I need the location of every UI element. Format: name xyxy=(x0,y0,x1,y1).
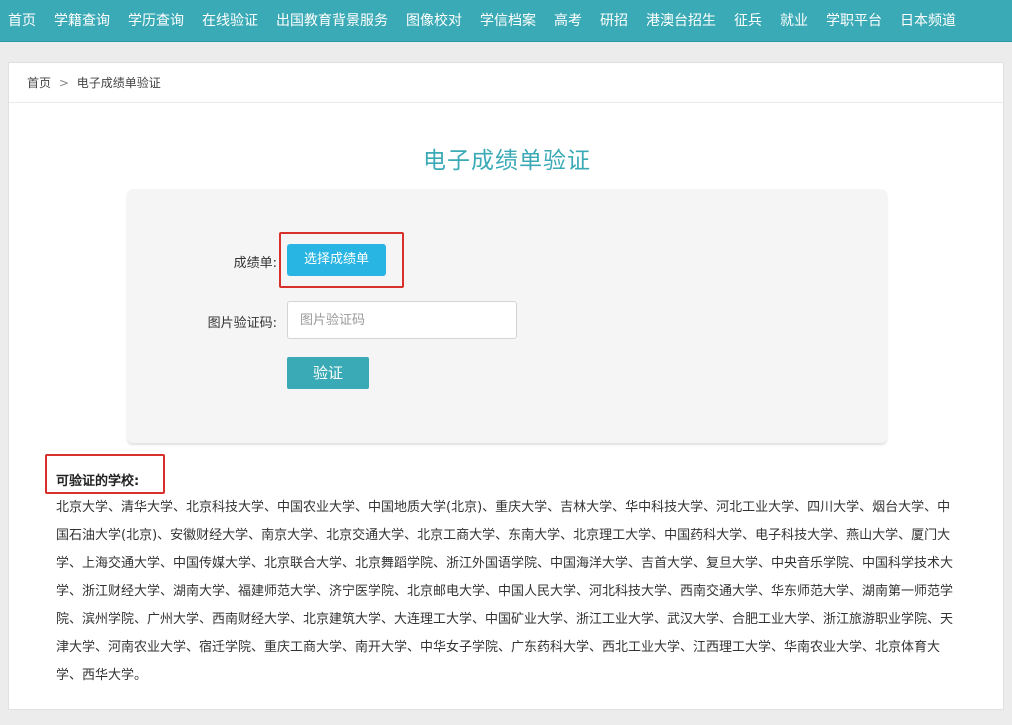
nav-item-degree-query[interactable]: 学历查询 xyxy=(119,0,193,42)
breadcrumb-current: 电子成绩单验证 xyxy=(76,76,161,90)
transcript-highlight-box xyxy=(279,232,404,288)
breadcrumb-separator: > xyxy=(58,76,69,90)
captcha-label: 图片验证码: xyxy=(207,316,277,331)
nav-item-overseas-education-service[interactable]: 出国教育背景服务 xyxy=(267,0,397,42)
nav-item-gaokao[interactable]: 高考 xyxy=(545,0,591,42)
nav-item-student-status-query[interactable]: 学籍查询 xyxy=(45,0,119,42)
top-navigation-bar: 首页 学籍查询 学历查询 在线验证 出国教育背景服务 图像校对 学信档案 高考 … xyxy=(0,0,1012,42)
captcha-input[interactable] xyxy=(287,301,517,339)
nav-item-home[interactable]: 首页 xyxy=(0,0,45,42)
schools-highlight-box xyxy=(45,454,165,494)
page-title: 电子成绩单验证 xyxy=(423,148,591,174)
verification-form-card: 成绩单: 选择成绩单 图片验证码: 验证 xyxy=(127,189,887,443)
nav-item-image-check[interactable]: 图像校对 xyxy=(397,0,471,42)
breadcrumb-home-link[interactable]: 首页 xyxy=(27,76,51,90)
breadcrumb: 首页 > 电子成绩单验证 xyxy=(9,63,1003,103)
nav-item-conscription[interactable]: 征兵 xyxy=(725,0,771,42)
nav-item-career-platform[interactable]: 学职平台 xyxy=(817,0,891,42)
transcript-label: 成绩单: xyxy=(233,256,277,271)
nav-item-graduate-admission[interactable]: 研招 xyxy=(591,0,637,42)
nav-item-online-verification[interactable]: 在线验证 xyxy=(193,0,267,42)
nav-item-employment[interactable]: 就业 xyxy=(771,0,817,42)
main-panel: 首页 > 电子成绩单验证 电子成绩单验证 成绩单: 选择成绩单 图片验证码: 验… xyxy=(8,62,1004,710)
nav-item-hk-macao-taiwan-admission[interactable]: 港澳台招生 xyxy=(637,0,725,42)
nav-item-chsi-archive[interactable]: 学信档案 xyxy=(471,0,545,42)
schools-list: 北京大学、清华大学、北京科技大学、中国农业大学、中国地质大学(北京)、重庆大学、… xyxy=(56,500,954,683)
verify-button[interactable]: 验证 xyxy=(287,357,369,389)
nav-item-japan-channel[interactable]: 日本频道 xyxy=(891,0,965,42)
